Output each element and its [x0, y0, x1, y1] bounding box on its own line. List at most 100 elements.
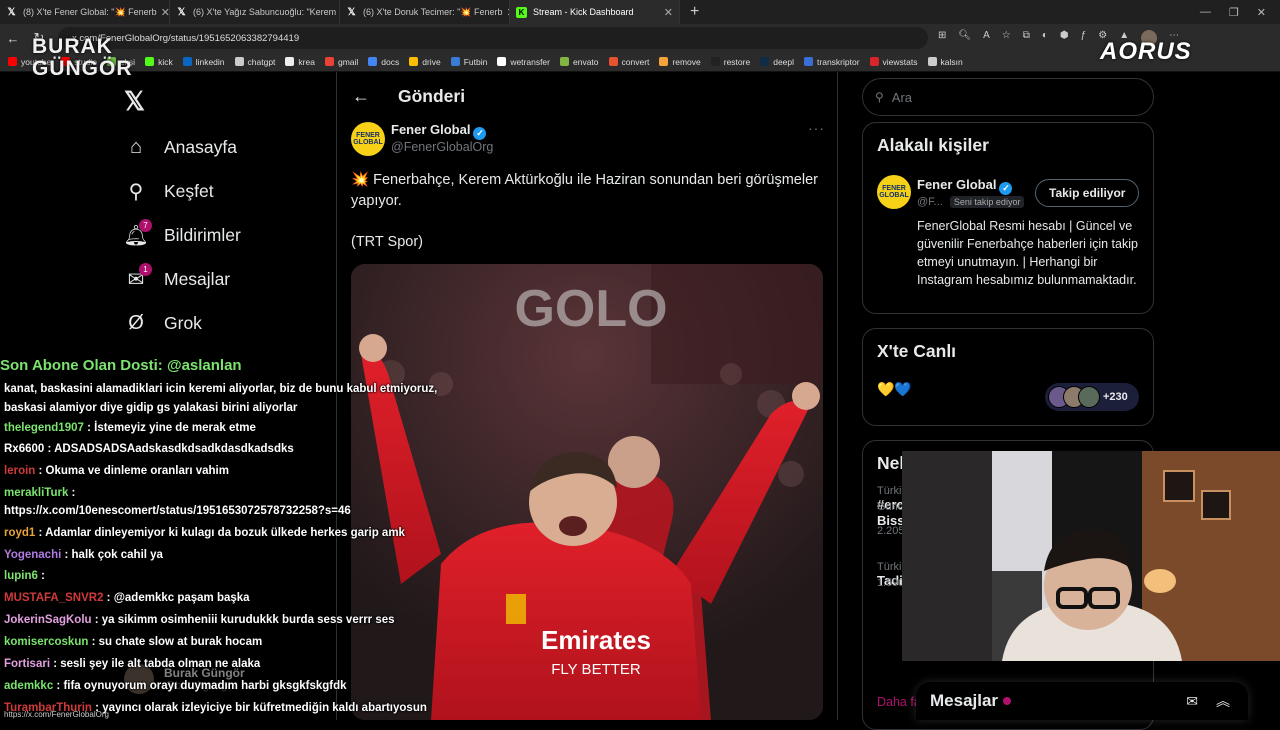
live-panel[interactable]: X'te Canlı 💛💙 +230 — [862, 328, 1154, 426]
chat-username[interactable]: Yogenachi — [4, 549, 61, 561]
read-aloud-icon[interactable]: A — [983, 30, 990, 46]
chat-username[interactable]: komisercoskun — [4, 636, 88, 648]
bookmark-item[interactable]: restore — [710, 57, 750, 67]
bookmark-favicon-icon — [182, 57, 192, 66]
chat-username[interactable]: thelegend1907 — [4, 422, 84, 434]
chat-text: : fifa oynuyorum orayı duymadım harbi gk… — [53, 680, 347, 692]
extension-icon[interactable]: ⬢ — [1060, 30, 1069, 46]
bookmark-item[interactable]: viewstats — [869, 56, 918, 67]
jersey-sub-text: FLY BETTER — [551, 661, 641, 678]
favorite-star-icon[interactable]: ☆ — [1002, 30, 1011, 46]
chat-message: MUSTAFA_SNVR2 : @ademkkc paşam başka — [4, 592, 250, 604]
close-icon[interactable]: ✕ — [157, 6, 169, 19]
browser-tab[interactable]: 𝕏 (6) X'te Doruk Tecimer: "💥 Fenerb ✕ — [340, 0, 510, 24]
bookmark-item[interactable]: Futbin — [450, 57, 487, 67]
more-options-icon[interactable]: ··· — [808, 120, 825, 136]
bookmark-item[interactable]: kalsın — [927, 57, 963, 67]
bookmark-favicon-icon — [8, 57, 17, 66]
live-title: X'te Canlı — [877, 341, 957, 361]
tab-title: (6) X'te Yağız Sabuncuoğlu: "Kerem — [193, 7, 337, 17]
bookmark-item[interactable]: envato — [560, 57, 599, 67]
messages-dock[interactable]: Mesajlar ✉ ︽ — [916, 682, 1248, 720]
back-icon[interactable]: ← — [0, 31, 26, 46]
close-window-icon[interactable]: ✕ — [1257, 6, 1266, 19]
chat-message: leroin : Okuma ve dinleme oranları vahim — [4, 465, 229, 477]
nav-item-bildirimler[interactable]: 🔔︎ 7 Bildirimler — [123, 219, 241, 250]
following-button[interactable]: Takip ediliyor — [1035, 179, 1140, 207]
tweet-author-handle[interactable]: @FenerGlobalOrg — [391, 140, 493, 154]
nav-item-grok[interactable]: Ø Grok — [124, 308, 202, 338]
bookmark-favicon-icon — [324, 57, 334, 66]
tweet-avatar[interactable]: FENER GLOBAL — [351, 122, 385, 156]
chat-username[interactable]: Rx6600 — [4, 443, 44, 455]
chat-username[interactable]: leroin — [4, 465, 35, 477]
close-icon[interactable]: ✕ — [503, 6, 510, 19]
streamer-logo: BURAK GÜNGÖR — [32, 36, 133, 80]
bookmark-favicon-icon — [869, 57, 879, 66]
extension-icon[interactable]: ƒ — [1081, 30, 1087, 46]
show-more-link[interactable]: Daha fa — [877, 695, 921, 709]
chat-message: Fortisari : sesli şey ile alt tabda olma… — [4, 658, 260, 670]
participant-avatar — [1078, 386, 1100, 408]
chat-username[interactable]: MUSTAFA_SNVR2 — [4, 592, 103, 604]
related-handle-row: @F... Seni takip ediyor — [917, 196, 1025, 208]
bookmark-label: envato — [573, 56, 599, 67]
extension-icon[interactable]: ◐ — [1042, 30, 1048, 46]
bookmark-item[interactable]: convert — [608, 57, 649, 67]
bookmark-item[interactable]: linkedin — [182, 57, 225, 67]
tweet-author-name[interactable]: Fener Global ✓ — [391, 122, 487, 140]
chat-message: royd1 : Adamlar dinleyemiyor ki kulagı d… — [4, 527, 405, 539]
bookmark-item[interactable]: gmail — [324, 57, 358, 67]
chat-username[interactable]: royd1 — [4, 527, 35, 539]
search-field[interactable]: ⚲ Ara — [862, 78, 1154, 116]
expand-icon[interactable]: ︽ — [1216, 691, 1230, 711]
live-emoji: 💛💙 — [877, 381, 912, 397]
bookmark-item[interactable]: docs — [368, 57, 399, 67]
chat-username[interactable]: merakliTurk — [4, 487, 68, 499]
bookmark-item[interactable]: remove — [659, 57, 701, 67]
chat-text: kanat, baskasini alamadiklari icin kerem… — [4, 383, 438, 395]
bookmark-item[interactable]: krea — [285, 57, 315, 67]
nav-label: Mesajlar — [164, 268, 231, 289]
live-participants[interactable]: +230 — [1045, 383, 1139, 411]
chat-message: JokerinSagKolu : ya sikimm osimheniii ku… — [4, 614, 395, 626]
nav-item-mesajlar[interactable]: ✉ 1 Mesajlar — [124, 263, 231, 294]
back-arrow-icon[interactable]: ← — [352, 86, 370, 107]
bookmark-item[interactable]: wetransfer — [497, 57, 550, 67]
bookmark-item[interactable]: chatgpt — [234, 57, 275, 67]
related-avatar[interactable]: FENER GLOBAL — [877, 175, 911, 209]
close-icon[interactable]: ✕ — [660, 6, 673, 19]
nav-item-keşfet[interactable]: ⚲ Keşfet — [124, 176, 214, 206]
chat-username[interactable]: Fortisari — [4, 658, 50, 670]
bookmark-item[interactable]: deepl — [760, 57, 794, 67]
chat-username[interactable]: lupin6 — [4, 570, 38, 582]
nav-item-anasayfa[interactable]: ⌂ Anasayfa — [124, 132, 237, 162]
new-message-icon[interactable]: ✉ — [1186, 693, 1198, 710]
chat-username[interactable]: JokerinSagKolu — [4, 614, 92, 626]
chat-username[interactable]: ademkkc — [4, 680, 53, 692]
address-bar: ← ↻ x.com/FenerGlobalOrg/status/19516520… — [0, 24, 1280, 52]
related-name[interactable]: Fener Global ✓ — [917, 177, 1013, 195]
maximize-icon[interactable]: ❐ — [1229, 6, 1239, 19]
bookmark-label: viewstats — [882, 56, 918, 67]
browser-tab[interactable]: 𝕏 (8) X'te Fener Global: "💥 Fenerb ✕ — [0, 0, 170, 24]
search-icon: ⚲ — [128, 180, 144, 203]
bookmark-item[interactable]: kick — [145, 57, 173, 67]
author-name-text: Fener Global — [391, 122, 471, 137]
trend-item[interactable]: 2.205 — [877, 525, 905, 537]
bookmark-item[interactable]: drive — [409, 57, 441, 67]
browser-tab[interactable]: 𝕏 (6) X'te Yağız Sabuncuoğlu: "Kerem ✕ — [170, 0, 340, 24]
url-field[interactable]: x.com/FenerGlobalOrg/status/195165206338… — [58, 27, 928, 49]
chat-text: : halk çok cahil ya — [61, 549, 163, 561]
split-screen-icon[interactable]: ⧉ — [1023, 30, 1030, 46]
translate-icon[interactable]: ⊞ — [938, 30, 946, 46]
minimize-icon[interactable]: — — [1200, 6, 1211, 19]
x-logo-icon[interactable]: 𝕏 — [124, 86, 145, 117]
browser-tab[interactable]: K Stream - Kick Dashboard ✕ — [510, 0, 680, 24]
zoom-icon[interactable]: 🔍︎ — [958, 30, 971, 46]
new-tab-button[interactable]: + — [680, 3, 709, 21]
webcam-image — [902, 451, 1280, 661]
aorus-logo: AORUS — [1100, 38, 1192, 65]
trend-item[interactable]: Günd Biss — [877, 501, 904, 528]
bookmark-item[interactable]: transkriptor — [804, 57, 860, 67]
